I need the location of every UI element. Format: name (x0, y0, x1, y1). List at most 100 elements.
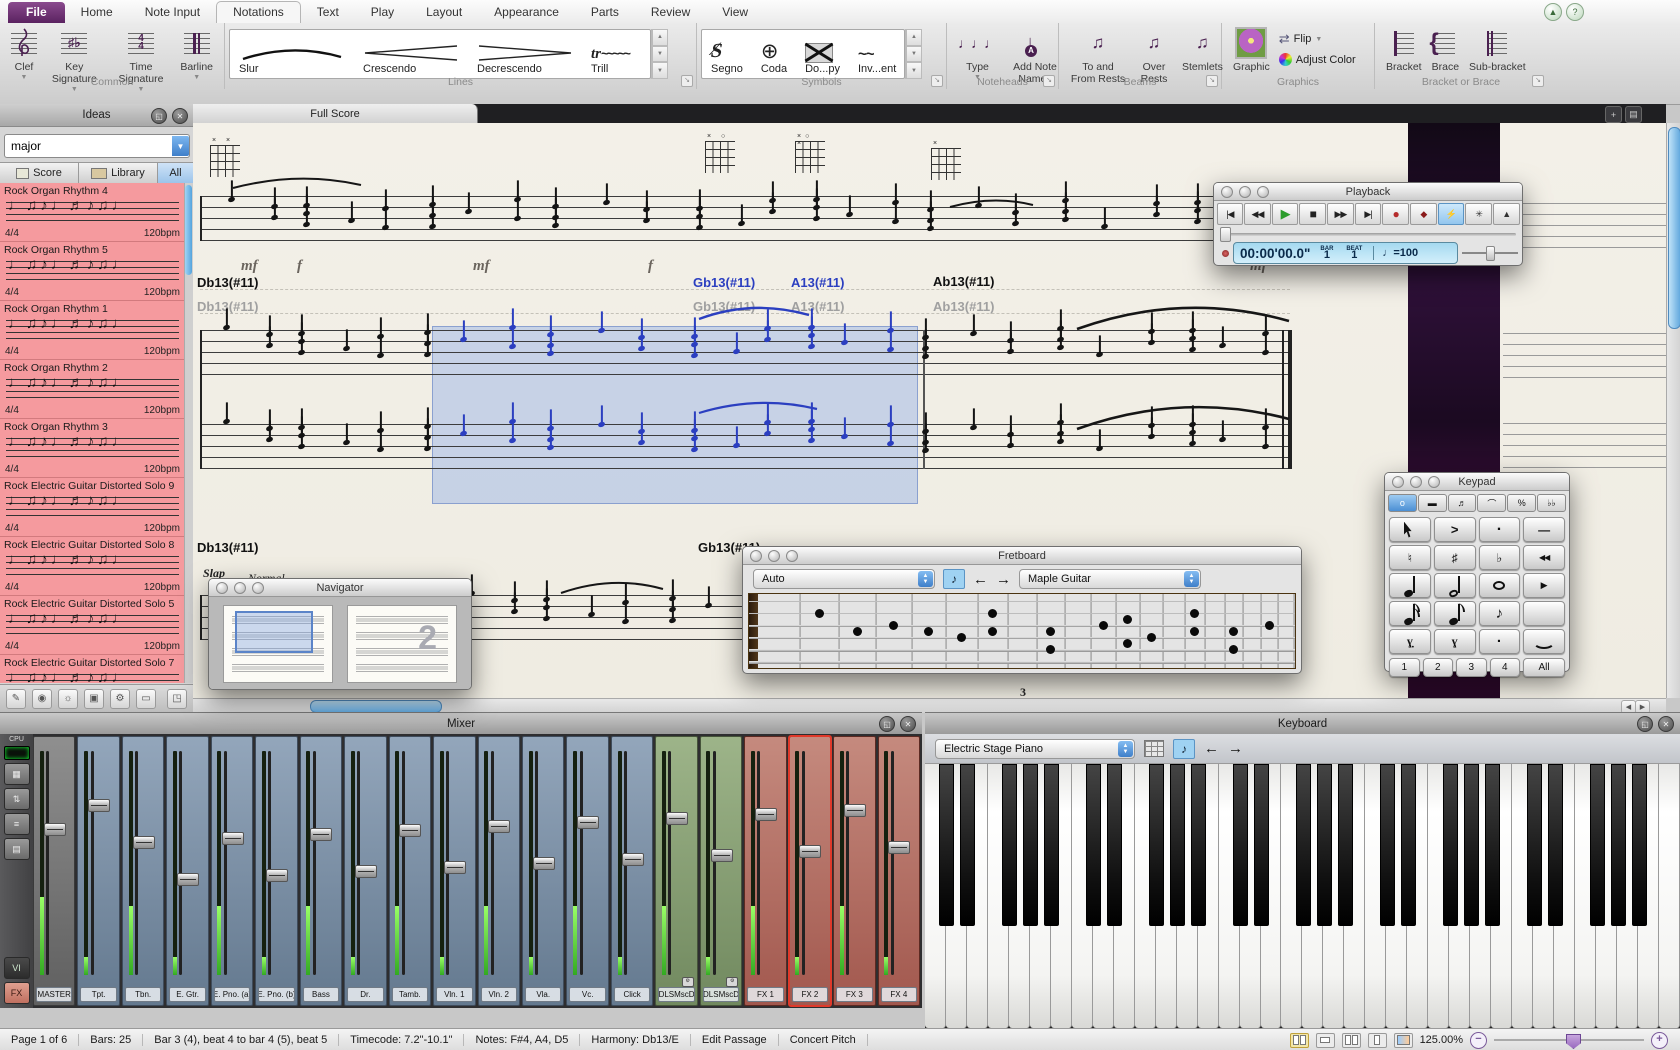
ribbon-tab-layout[interactable]: Layout (410, 2, 478, 23)
ribbon-tab-appearance[interactable]: Appearance (478, 2, 575, 23)
piano-black-key[interactable] (1296, 764, 1311, 926)
bracket-dialog-launcher-icon[interactable]: ↘ (1532, 75, 1544, 87)
piano-black-key[interactable] (1044, 764, 1059, 926)
mixer-groups-button[interactable]: ▤ (4, 838, 30, 860)
minimize-icon[interactable] (234, 582, 246, 594)
keypad-key-flat[interactable]: ♭ (1479, 545, 1521, 570)
zoom-out-button[interactable]: − (1470, 1032, 1487, 1049)
fader-handle[interactable] (488, 820, 510, 833)
ribbon-tab-notations[interactable]: Notations (216, 1, 301, 23)
brace-button[interactable]: { Brace (1432, 27, 1459, 73)
minimize-icon[interactable] (1410, 476, 1422, 488)
note-dot[interactable] (1229, 645, 1238, 654)
adjust-color-button[interactable]: Adjust Color (1279, 53, 1356, 66)
follow-notes-toggle[interactable]: ♪ (1173, 739, 1195, 759)
keypad-tab-articulations[interactable]: ⌒ (1477, 494, 1506, 512)
mixer-strips-button[interactable]: ≡ (4, 813, 30, 835)
piano-black-key[interactable] (939, 764, 954, 926)
note-dot[interactable] (1190, 609, 1199, 618)
fx-button[interactable]: FX (4, 982, 30, 1004)
keypad-key-eighth-note[interactable] (1434, 601, 1476, 626)
piano-black-key[interactable] (1002, 764, 1017, 926)
note-dot[interactable] (988, 609, 997, 618)
close-icon[interactable] (750, 550, 762, 562)
view-spreads-horizontal-icon[interactable] (1290, 1033, 1309, 1048)
chord-symbol[interactable]: Gb13(#11) (693, 275, 755, 290)
ribbon-tab-note-input[interactable]: Note Input (129, 2, 216, 23)
slur-gallery-item[interactable]: Slur (230, 30, 354, 78)
note-dot[interactable] (815, 609, 824, 618)
keypad-key-blank[interactable] (1523, 601, 1565, 626)
mixer-strip-vc-11[interactable]: Vc. (566, 736, 608, 1006)
clef-button[interactable]: Clef ▼ (11, 27, 37, 82)
note-dot[interactable] (889, 621, 898, 630)
ribbon-tab-text[interactable]: Text (301, 2, 355, 23)
ribbon-tab-parts[interactable]: Parts (575, 2, 635, 23)
skip-to-end-button[interactable]: ▶| (1355, 203, 1382, 225)
chord-symbol[interactable]: Db13(#11) (197, 275, 258, 290)
ribbon-tab-home[interactable]: Home (65, 2, 129, 23)
fader-handle[interactable] (44, 823, 66, 836)
decrescendo-gallery-item[interactable]: Decrescendo (468, 30, 582, 78)
keypad-key-staccato[interactable]: · (1479, 517, 1521, 542)
keypad-key-sixteenth-rest[interactable]: ɣ̣ (1389, 629, 1431, 654)
keyboard-header[interactable]: Keyboard ◱✕ (925, 712, 1680, 736)
mixer-view-meters-button[interactable]: ▦ (4, 763, 30, 785)
dynamic-mark[interactable]: f (648, 258, 653, 275)
chord-symbol[interactable]: A13(#11) (791, 275, 844, 290)
gear-icon[interactable]: ⚙ (110, 689, 130, 709)
fader-handle[interactable] (844, 804, 866, 817)
piano-black-key[interactable] (1023, 764, 1038, 926)
zoom-icon[interactable] (1428, 476, 1440, 488)
mixer-strip-dlsmscd-14[interactable]: ⚙DLSMscD (700, 736, 742, 1006)
chord-diagram[interactable]: × (931, 148, 961, 180)
vertical-scrollbar[interactable] (1666, 123, 1680, 698)
keypad-key-eighth-rest[interactable]: ɣ (1434, 629, 1476, 654)
dynamic-mark[interactable]: mf (241, 258, 258, 275)
keypad-voice-2[interactable]: 2 (1423, 658, 1454, 677)
flip-button[interactable]: ⇄ Flip ▼ (1279, 31, 1356, 47)
piano-black-key[interactable] (1485, 764, 1500, 926)
rewind-button[interactable]: ◀◀ (1244, 203, 1271, 225)
mixer-strip-e-pno-a-3[interactable]: E. Pno. (a) (211, 736, 253, 1006)
dynamic-mark[interactable]: f (297, 258, 302, 275)
view-pages-vertical-icon[interactable] (1316, 1033, 1335, 1048)
qwerty-input-icon[interactable] (1144, 740, 1164, 757)
symbols-gallery-scroll[interactable]: ▲▼▼ (905, 29, 922, 79)
keyboard-instrument-select[interactable]: Electric Stage Piano▲▼ (935, 739, 1135, 759)
copy-idea-icon[interactable]: ▣ (84, 689, 104, 709)
keypad-tab-accidentals[interactable]: ♭♭ (1537, 494, 1566, 512)
mixer-strip-fx-3-17[interactable]: FX 3 (833, 736, 875, 1006)
piano-black-key[interactable] (1548, 764, 1563, 926)
ribbon-tab-play[interactable]: Play (355, 2, 410, 23)
live-tempo-button[interactable]: ⚡ (1438, 203, 1465, 225)
play-button[interactable]: ▶ (1272, 203, 1299, 225)
note-dot[interactable] (1265, 621, 1274, 630)
piano-black-key[interactable] (1170, 764, 1185, 926)
keypad-key-augmentation-dot[interactable]: · (1479, 629, 1521, 654)
status-item-page-1-of-6[interactable]: Page 1 of 6 (0, 1034, 79, 1046)
previous-arrow-icon[interactable]: ← (973, 571, 988, 588)
fretboard-preset-select[interactable]: Auto▲▼ (753, 569, 935, 589)
keypad-voice-1[interactable]: 1 (1389, 658, 1420, 677)
keypad-tab-beams-tremolos[interactable]: ♬ (1448, 494, 1477, 512)
note-dot[interactable] (957, 633, 966, 642)
status-item-concert-pitch[interactable]: Concert Pitch (779, 1034, 868, 1046)
idea-item[interactable]: Rock Electric Guitar Distorted Solo 5♩♫♪… (0, 596, 185, 655)
playback-titlebar[interactable]: Playback (1214, 183, 1522, 201)
fader-handle[interactable] (355, 865, 377, 878)
skip-to-start-button[interactable]: |◀ (1217, 203, 1244, 225)
note-dot[interactable] (1046, 645, 1055, 654)
mixer-strip-vln-2-9[interactable]: Vln. 2 (478, 736, 520, 1006)
close-icon[interactable]: ✕ (1658, 716, 1674, 732)
idea-item[interactable]: Rock Electric Guitar Distorted Solo 8♩♫♪… (0, 537, 185, 596)
noteheads-dialog-launcher-icon[interactable]: ↘ (1043, 75, 1055, 87)
navigator-view-rect[interactable] (235, 611, 313, 653)
keypad-voice-3[interactable]: 3 (1456, 658, 1487, 677)
fretboard-titlebar[interactable]: Fretboard (743, 547, 1301, 565)
mixer-strip-tamb-7[interactable]: Tamb. (389, 736, 431, 1006)
gear-icon[interactable]: ⚙ (726, 977, 738, 987)
mixer-strip-vln-1-8[interactable]: Vln. 1 (433, 736, 475, 1006)
piano-black-key[interactable] (1086, 764, 1101, 926)
piano-black-key[interactable] (1464, 764, 1479, 926)
